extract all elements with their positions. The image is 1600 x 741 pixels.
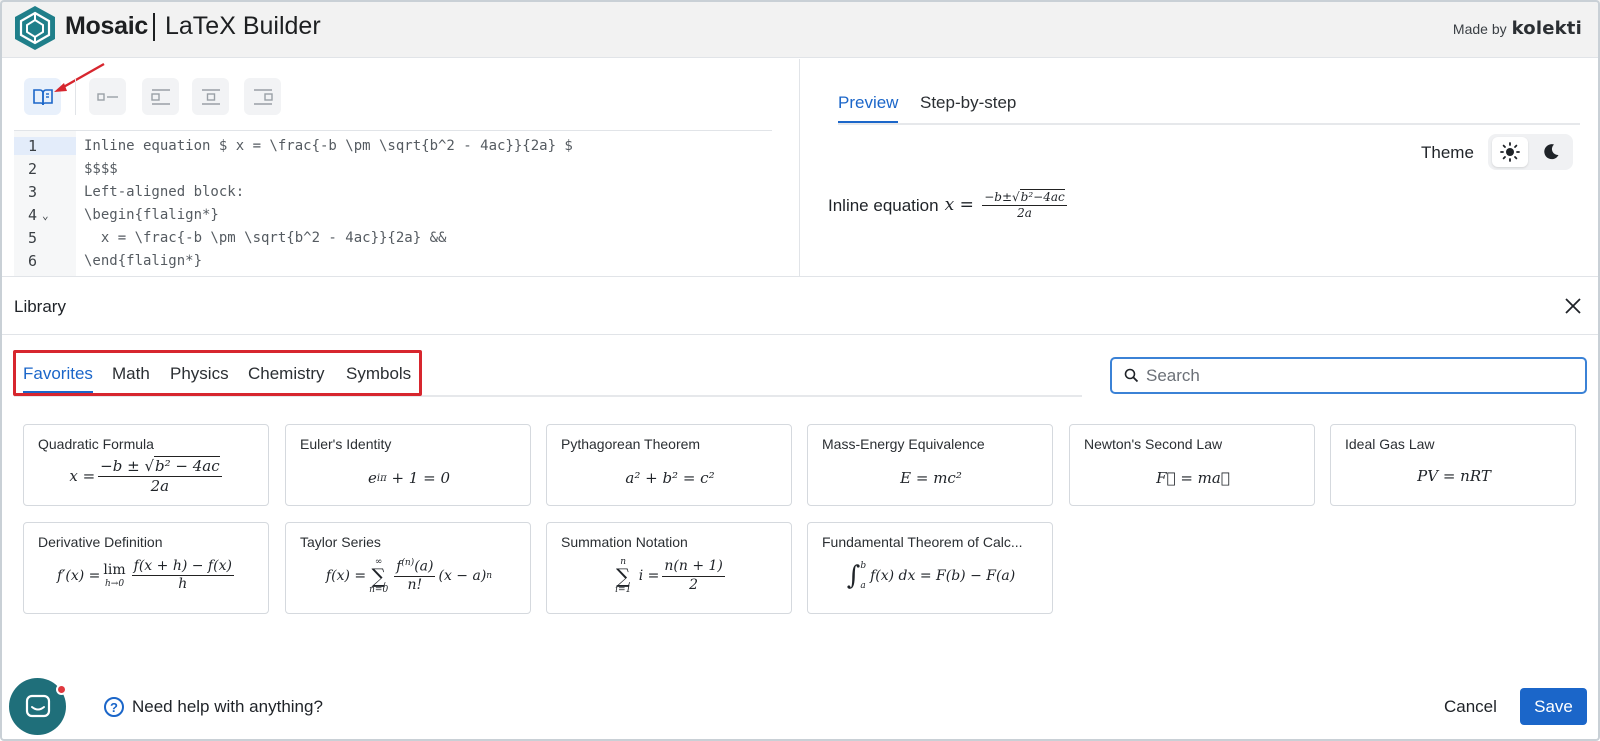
annotation-highlight-box — [13, 350, 422, 396]
code-line[interactable]: 3 Left-aligned block: — [14, 180, 772, 203]
code-text: \begin{flalign*} — [84, 206, 219, 223]
code-text: Inline equation $ x = \frac{-b \pm \sqrt… — [84, 137, 573, 154]
search-icon — [1116, 368, 1146, 383]
sun-icon — [1500, 142, 1520, 162]
brand-subtitle: LaTeX Builder — [165, 12, 321, 40]
preview-formula: x = −b±√b²−4ac 2a — [944, 189, 1067, 221]
search-box[interactable] — [1110, 357, 1587, 394]
theme-label: Theme — [1421, 143, 1474, 162]
card-formula: x = −b ± √b² − 4ac 2a — [69, 456, 222, 495]
code-line[interactable]: 5 x = \frac{-b \pm \sqrt{b^2 - 4ac}}{2a}… — [14, 226, 772, 249]
preview-text: Inline equation — [828, 195, 939, 215]
close-icon — [1565, 298, 1581, 314]
chat-icon — [25, 694, 50, 717]
card-title: Euler's Identity — [300, 436, 392, 452]
align-center-button[interactable] — [192, 78, 229, 115]
card-title: Fundamental Theorem of Calc... — [822, 534, 1023, 550]
editor-pane: 1 Inline equation $ x = \frac{-b \pm \sq… — [0, 59, 800, 277]
made-by: Made by kolekti — [1453, 18, 1582, 39]
code-line[interactable]: 6 \end{flalign*} — [14, 249, 772, 272]
formula-card-pythagorean[interactable]: Pythagorean Theorem a² + b² = c² — [546, 424, 792, 506]
card-formula: n ∑ i=1 i = n(n + 1) 2 — [615, 557, 725, 595]
toolbar-separator — [75, 79, 76, 115]
mosaic-logo-icon — [15, 6, 55, 50]
formula-card-summation[interactable]: Summation Notation n ∑ i=1 i = n(n + 1) 2 — [546, 522, 792, 614]
align-center-icon — [201, 88, 220, 105]
fold-chevron-icon[interactable]: ⌄ — [42, 209, 49, 222]
inline-align-button[interactable] — [89, 78, 126, 115]
card-formula: a² + b² = c² — [625, 469, 715, 487]
library-panel: Library Favorites Math Physics Chemistry… — [0, 276, 1600, 741]
card-title: Ideal Gas Law — [1345, 436, 1435, 452]
tab-preview[interactable]: Preview — [838, 93, 899, 123]
card-formula: PV = nRT — [1417, 467, 1491, 485]
brand-name: Mosaic — [65, 12, 148, 40]
align-left-icon — [150, 88, 170, 105]
code-line[interactable]: 1 Inline equation $ x = \frac{-b \pm \sq… — [14, 134, 772, 157]
code-line[interactable]: 2 $$$$ — [14, 157, 772, 180]
line-number: 4 ⌄ — [28, 205, 49, 224]
theme-toggle — [1488, 134, 1573, 170]
line-number: 5 — [28, 228, 38, 247]
formula-card-euler[interactable]: Euler's Identity e iπ + 1 = 0 — [285, 424, 531, 506]
preview-pane: Preview Step-by-step Theme Inline equati… — [801, 59, 1600, 276]
line-number: 2 — [28, 159, 38, 178]
cancel-button[interactable]: Cancel — [1430, 688, 1511, 725]
code-editor[interactable]: 1 Inline equation $ x = \frac{-b \pm \sq… — [14, 130, 772, 277]
card-formula: ∫ b a f(x) dx = F(b) − F(a) — [846, 561, 1016, 591]
formula-card-fundamental-theorem[interactable]: Fundamental Theorem of Calc... ∫ b a f(x) … — [807, 522, 1053, 614]
light-theme-button[interactable] — [1492, 137, 1528, 167]
code-line[interactable]: 4 ⌄ \begin{flalign*} — [14, 203, 772, 226]
card-title: Summation Notation — [561, 534, 688, 550]
brand-separator — [153, 13, 155, 41]
code-text: $$$$ — [84, 160, 118, 177]
made-by-prefix: Made by — [1452, 21, 1507, 37]
card-formula: e iπ + 1 = 0 — [368, 469, 450, 487]
code-text: Left-aligned block: — [84, 183, 245, 200]
card-title: Derivative Definition — [38, 534, 163, 550]
inline-icon — [96, 92, 118, 101]
formula-card-derivative[interactable]: Derivative Definition f′(x) = lim h→0 f(x… — [23, 522, 269, 614]
notification-dot — [56, 684, 67, 695]
line-number: 6 — [28, 251, 38, 270]
formula-card-newton[interactable]: Newton's Second Law F⃗ = ma⃗ — [1069, 424, 1315, 506]
app-header: Mosaic LaTeX Builder Made by kolekti — [0, 0, 1600, 58]
card-title: Pythagorean Theorem — [561, 436, 701, 452]
card-title: Mass-Energy Equivalence — [822, 436, 985, 452]
help-text: Need help with anything? — [132, 697, 323, 716]
align-right-icon — [253, 88, 273, 105]
card-title: Quadratic Formula — [38, 436, 154, 452]
card-title: Newton's Second Law — [1084, 436, 1223, 452]
card-formula: E = mc² — [900, 469, 962, 487]
search-input[interactable] — [1146, 365, 1585, 386]
align-right-button[interactable] — [244, 78, 281, 115]
formula-card-ideal-gas[interactable]: Ideal Gas Law PV = nRT — [1330, 424, 1576, 506]
align-left-button[interactable] — [142, 78, 179, 115]
made-by-brand: kolekti — [1511, 18, 1582, 39]
card-formula: f′(x) = lim h→0 f(x + h) − f(x) h — [57, 558, 234, 593]
formula-card-taylor[interactable]: Taylor Series f(x) = ∞ ∑ n=0 f(n)(a) n! (x −… — [285, 522, 531, 614]
code-text: x = \frac{-b \pm \sqrt{b^2 - 4ac}}{2a} &… — [84, 229, 447, 246]
preview-tabs: Preview Step-by-step — [838, 91, 1580, 125]
card-formula: F⃗ = ma⃗ — [1156, 469, 1230, 487]
code-text: \end{flalign*} — [84, 252, 203, 269]
formula-card-mass-energy[interactable]: Mass-Energy Equivalence E = mc² — [807, 424, 1053, 506]
line-number: 1 — [14, 136, 76, 155]
help-icon: ? — [104, 697, 124, 717]
dark-theme-button[interactable] — [1533, 137, 1569, 167]
tab-step-by-step[interactable]: Step-by-step — [920, 93, 1016, 121]
library-title: Library — [14, 297, 66, 316]
help-link[interactable]: ? Need help with anything? — [104, 697, 323, 717]
moon-icon — [1544, 144, 1559, 160]
card-title: Taylor Series — [300, 534, 381, 550]
close-button[interactable] — [1558, 291, 1588, 321]
card-formula: f(x) = ∞ ∑ n=0 f(n)(a) n! (x − a) n — [325, 557, 493, 595]
formula-card-quadratic[interactable]: Quadratic Formula x = −b ± √b² − 4ac 2a — [23, 424, 269, 506]
library-divider — [0, 334, 1600, 335]
line-number: 3 — [28, 182, 38, 201]
save-button[interactable]: Save — [1520, 688, 1587, 725]
rendered-preview: Inline equation x = −b±√b²−4ac 2a — [828, 189, 1070, 221]
